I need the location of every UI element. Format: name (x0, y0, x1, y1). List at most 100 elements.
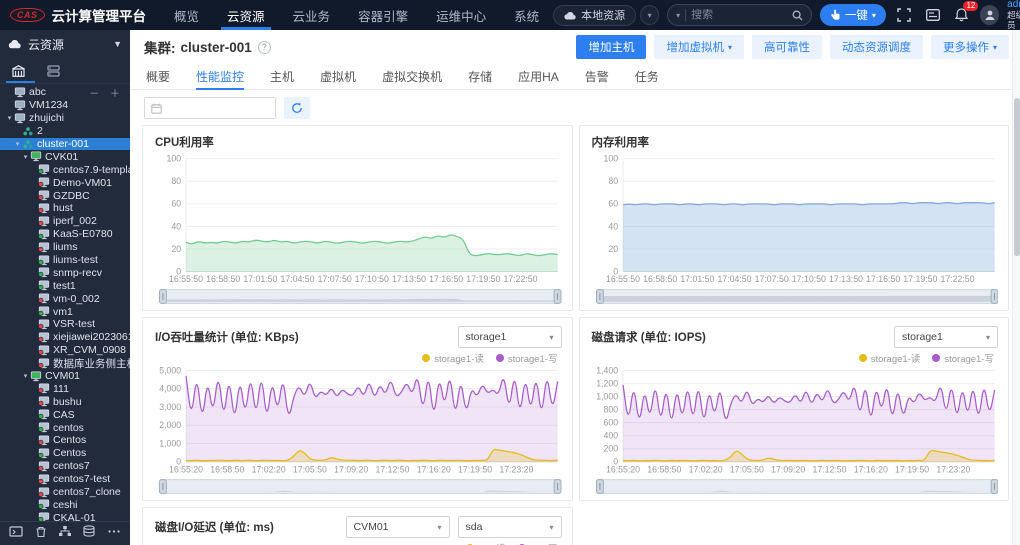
action-button-0[interactable]: 增加主机 (576, 35, 647, 59)
tab-1[interactable]: 性能监控 (196, 64, 245, 90)
topology-icon[interactable] (58, 525, 72, 543)
tree-item-centos7[interactable]: centos7 (0, 460, 130, 473)
tree-item-bushu[interactable]: bushu (0, 395, 130, 408)
tree-view-tab[interactable] (6, 58, 35, 83)
tree-item-test1[interactable]: test1 (0, 279, 130, 292)
tree-item-vm1[interactable]: vm1 (0, 305, 130, 318)
tree-item-abc[interactable]: abc － ＋ (0, 86, 130, 99)
more-icon[interactable] (107, 525, 121, 543)
info-icon[interactable]: ? (257, 40, 271, 54)
user-info[interactable]: admin 超级管理员 (1007, 0, 1020, 30)
tree-item-ceshi[interactable]: ceshi (0, 499, 130, 512)
tree-item-Centos[interactable]: Centos (0, 447, 130, 460)
tree-item-liums[interactable]: liums (0, 241, 130, 254)
console-icon[interactable] (9, 525, 23, 543)
tree-item-iperf_002[interactable]: iperf_002 (0, 215, 130, 228)
tree-item-zhujichi[interactable]: ▾ zhujichi (0, 112, 130, 125)
tree-item-snmp-recv[interactable]: snmp-recv (0, 266, 130, 279)
nav-item-3[interactable]: 容器引擎 (344, 0, 422, 30)
tree-item-liums-test[interactable]: liums-test (0, 254, 130, 267)
legend-item[interactable]: storage1-写 (932, 351, 994, 365)
tree-item-数据库业务侧主机mysql[interactable]: 数据库业务侧主机mysql (0, 357, 130, 370)
tab-6[interactable]: 应用HA (518, 64, 559, 89)
legend-item[interactable]: sda-读 (465, 541, 506, 545)
resource-scope-caret[interactable]: ▾ (640, 5, 660, 25)
nav-item-4[interactable]: 运维中心 (422, 0, 500, 30)
expand-caret-icon[interactable]: ▾ (13, 140, 22, 148)
tree-item-CVK01[interactable]: ▾ CVK01 (0, 150, 130, 163)
trash-icon[interactable] (34, 525, 48, 543)
action-button-1[interactable]: 增加虚拟机 ▾ (654, 35, 744, 59)
action-button-4[interactable]: 更多操作 ▾ (930, 35, 1009, 59)
tab-7[interactable]: 告警 (585, 64, 609, 89)
tab-8[interactable]: 任务 (635, 64, 659, 89)
refresh-button[interactable] (284, 97, 310, 119)
tab-5[interactable]: 存储 (468, 64, 492, 89)
chart-selector-io-0[interactable]: storage1 ▾ (457, 326, 562, 348)
tree-item-GZDBC[interactable]: GZDBC (0, 189, 130, 202)
tree-item-XR_CVM_0908[interactable]: XR_CVM_0908 (0, 344, 130, 357)
vertical-scrollbar-thumb[interactable] (1014, 98, 1020, 256)
tree-item-centos7-test[interactable]: centos7-test (0, 473, 130, 486)
tree-item-centos7_clone[interactable]: centos7_clone (0, 486, 130, 499)
tree-item-centos[interactable]: centos (0, 421, 130, 434)
search-icon[interactable] (792, 10, 803, 21)
nav-item-5[interactable]: 系统 (500, 0, 553, 30)
legend-item[interactable]: storage1-读 (422, 351, 484, 365)
datazoom-slider-io[interactable] (159, 479, 562, 494)
datazoom-slider-iops[interactable] (595, 479, 999, 494)
date-range-input[interactable] (144, 97, 276, 119)
search-input[interactable] (691, 9, 787, 21)
vertical-scrollbar[interactable] (1012, 30, 1020, 545)
tree-item-CKAL-01[interactable]: CKAL-01 (0, 511, 130, 521)
storage-icon[interactable] (82, 524, 96, 543)
tree-item-CVM01[interactable]: ▾ CVM01 (0, 370, 130, 383)
chart-selector-iops-0[interactable]: storage1 ▾ (894, 326, 998, 348)
tab-2[interactable]: 主机 (270, 64, 294, 89)
user-avatar[interactable] (980, 5, 1000, 25)
chart-selector-latency-1[interactable]: sda ▾ (457, 516, 562, 538)
tree-item-hust[interactable]: hust (0, 202, 130, 215)
list-view-tab[interactable] (47, 58, 60, 83)
expand-caret-icon[interactable]: ▾ (21, 372, 30, 380)
tree-item-Centos[interactable]: Centos (0, 434, 130, 447)
onekey-button[interactable]: 一键 ▾ (819, 4, 886, 26)
nav-item-0[interactable]: 概览 (160, 0, 213, 30)
datazoom-slider-memory[interactable] (595, 289, 999, 304)
notification-bell-icon[interactable]: 12 (951, 1, 979, 26)
sidebar-title-caret[interactable]: ▼ (113, 39, 122, 49)
resource-scope-selector[interactable]: 本地资源 (553, 4, 637, 26)
legend-item[interactable]: sda-写 (517, 541, 558, 545)
expand-caret-icon[interactable]: ▾ (21, 153, 30, 161)
action-button-3[interactable]: 动态资源调度 (829, 35, 923, 59)
task-panel-icon[interactable] (923, 4, 944, 26)
legend-item[interactable]: storage1-写 (495, 351, 558, 365)
datazoom-slider-cpu[interactable] (159, 289, 562, 304)
chart-selector-latency-0[interactable]: CVM01 ▾ (345, 516, 450, 538)
search-category-caret[interactable]: ▾ (676, 11, 680, 20)
nav-item-1[interactable]: 云资源 (213, 0, 279, 30)
fullscreen-icon[interactable] (894, 4, 915, 26)
tree-item-Demo-VM01[interactable]: Demo-VM01 (0, 176, 130, 189)
sidebar-header[interactable]: 云资源 ▼ (0, 30, 130, 58)
tree-item-2[interactable]: 2 (0, 125, 130, 138)
search-box[interactable]: ▾ (667, 4, 812, 26)
tab-3[interactable]: 虚拟机 (320, 64, 356, 89)
action-button-2[interactable]: 高可靠性 (751, 35, 822, 59)
tree-item-vm-0_002[interactable]: vm-0_002 (0, 292, 130, 305)
tree-item-CAS[interactable]: CAS (0, 408, 130, 421)
user-name: admin (1007, 0, 1020, 10)
tree-item-111[interactable]: 111 (0, 382, 130, 395)
tree-item-cluster-001[interactable]: ▾ cluster-001 (0, 137, 130, 151)
nav-item-2[interactable]: 云业务 (279, 0, 345, 30)
expand-caret-icon[interactable]: ▾ (5, 114, 14, 122)
tree-zoom-controls[interactable]: － ＋ (89, 86, 130, 99)
tree-item-KaaS-E0780[interactable]: KaaS-E0780 (0, 228, 130, 241)
tab-0[interactable]: 概要 (146, 64, 170, 89)
tree-item-VM1234[interactable]: VM1234 (0, 99, 130, 112)
tab-4[interactable]: 虚拟交换机 (382, 64, 442, 89)
tree-item-centos7.9-template[interactable]: centos7.9-template (0, 163, 130, 176)
tree-item-xiejiawei20230612[interactable]: xiejiawei20230612 (0, 331, 130, 344)
legend-item[interactable]: storage1-读 (858, 351, 920, 365)
tree-item-VSR-test[interactable]: VSR-test (0, 318, 130, 331)
